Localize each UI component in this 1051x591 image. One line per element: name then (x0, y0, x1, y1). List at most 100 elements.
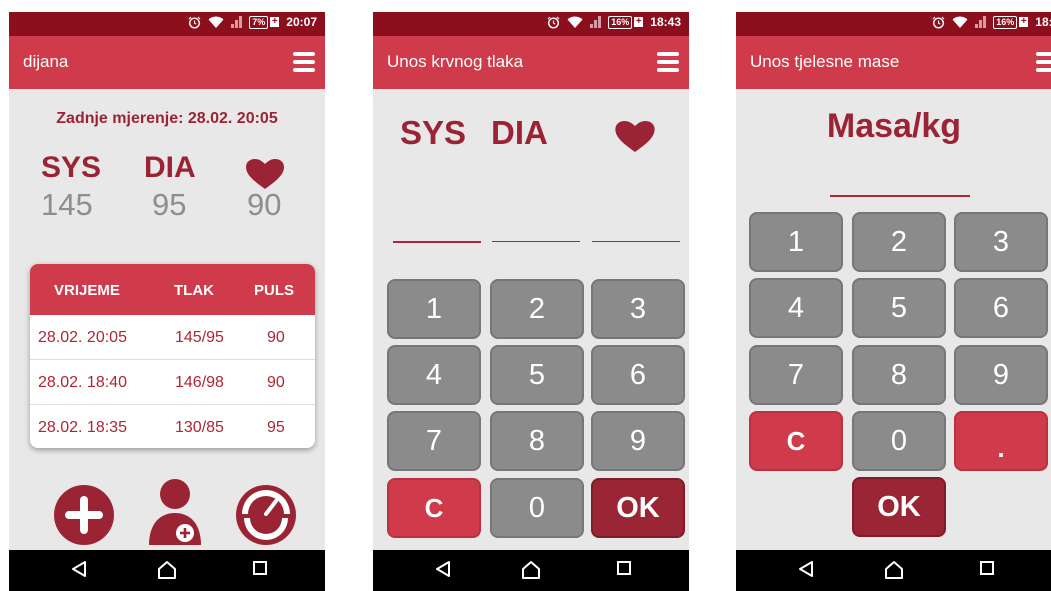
key-0[interactable]: 0 (852, 411, 946, 471)
dia-value: 95 (152, 187, 187, 222)
app-bar: Unos tjelesne mase (736, 36, 1051, 89)
charging-icon: + (634, 16, 644, 27)
key-8[interactable]: 8 (490, 411, 584, 471)
blood-pressure-entry-screen: 16% + 18:43 Unos krvnog tlaka SYS DIA 1 2… (373, 12, 689, 591)
battery-indicator: 7% + (249, 15, 280, 29)
key-3[interactable]: 3 (591, 279, 685, 339)
table-row[interactable]: 28.02. 18:40 146/98 90 (30, 360, 315, 405)
table-row[interactable]: 28.02. 20:05 145/95 90 (30, 315, 315, 360)
cell-pulse: 95 (267, 419, 285, 436)
key-8[interactable]: 8 (852, 345, 946, 405)
key-4[interactable]: 4 (387, 345, 481, 405)
header-time: VRIJEME (54, 282, 120, 299)
wifi-icon (208, 16, 224, 28)
key-6[interactable]: 6 (954, 278, 1048, 338)
app-bar-title: Unos tjelesne mase (750, 52, 900, 71)
wifi-icon (567, 16, 583, 28)
heart-icon (615, 121, 655, 152)
menu-icon[interactable] (293, 52, 315, 72)
charging-icon: + (1019, 16, 1029, 27)
key-7[interactable]: 7 (387, 411, 481, 471)
home-screen: 7% + 20:07 dijana Zadnje mjerenje: 28.02.… (9, 12, 325, 591)
cell-pressure: 146/98 (175, 374, 224, 391)
measurements-table: VRIJEME TLAK PULS 28.02. 20:05 145/95 90… (30, 264, 315, 448)
menu-icon[interactable] (657, 52, 679, 72)
key-1[interactable]: 1 (387, 279, 481, 339)
ok-button[interactable]: OK (852, 477, 946, 537)
app-bar-title: dijana (23, 52, 69, 71)
recent-apps-icon[interactable] (979, 560, 995, 576)
key-4[interactable]: 4 (749, 278, 843, 338)
menu-icon[interactable] (1036, 52, 1051, 72)
header-pressure: TLAK (174, 282, 214, 299)
key-5[interactable]: 5 (490, 345, 584, 405)
navigation-bar (736, 550, 1051, 591)
back-icon[interactable] (71, 560, 87, 578)
key-0[interactable]: 0 (490, 478, 584, 538)
cell-pulse: 90 (267, 374, 285, 391)
key-3[interactable]: 3 (954, 212, 1048, 272)
key-6[interactable]: 6 (591, 345, 685, 405)
back-icon[interactable] (798, 560, 814, 578)
cell-pulse: 90 (267, 329, 285, 346)
add-measurement-icon[interactable] (53, 484, 115, 546)
key-1[interactable]: 1 (749, 212, 843, 272)
back-icon[interactable] (435, 560, 451, 578)
battery-indicator: 16% + (993, 15, 1029, 29)
recent-apps-icon[interactable] (252, 560, 268, 576)
mass-entry-content: Masa/kg 1 2 3 4 5 6 7 8 9 C 0 . OK (736, 89, 1051, 550)
clear-button[interactable]: C (749, 411, 843, 471)
home-icon[interactable] (521, 560, 541, 580)
alarm-icon (188, 16, 201, 29)
home-icon[interactable] (884, 560, 904, 580)
sys-label: SYS (400, 114, 467, 151)
app-bar: dijana (9, 36, 325, 89)
signal-icon (975, 16, 987, 28)
battery-level: 16% (608, 15, 633, 29)
clear-button[interactable]: C (387, 478, 481, 538)
ok-button[interactable]: OK (591, 478, 685, 538)
clock: 20:07 (286, 15, 317, 29)
table-row[interactable]: 28.02. 18:35 130/85 95 (30, 405, 315, 448)
pulse-input-field[interactable] (592, 241, 680, 242)
mass-input-field[interactable] (830, 195, 970, 197)
recent-apps-icon[interactable] (616, 560, 632, 576)
key-7[interactable]: 7 (749, 345, 843, 405)
cell-pressure: 145/95 (175, 329, 224, 346)
body-mass-entry-screen: 16%+ 18:43 Unos tjelesne mase Masa/kg 1 … (736, 12, 1051, 591)
home-icon[interactable] (157, 560, 177, 580)
cell-pressure: 130/85 (175, 419, 224, 436)
key-9[interactable]: 9 (591, 411, 685, 471)
battery-level: 16% (993, 15, 1018, 29)
status-bar: 7% + 20:07 (9, 12, 325, 36)
status-bar: 16%+ 18:43 (373, 12, 689, 36)
home-content: Zadnje mjerenje: 28.02. 20:05 SYS DIA 14… (9, 89, 325, 550)
status-bar: 16%+ 18:43 (736, 12, 1051, 36)
cell-time: 28.02. 20:05 (38, 329, 127, 346)
add-user-icon[interactable] (147, 477, 203, 547)
mass-label: Masa/kg (826, 107, 962, 145)
navigation-bar (9, 550, 325, 591)
key-9[interactable]: 9 (954, 345, 1048, 405)
key-2[interactable]: 2 (852, 212, 946, 272)
app-bar-title: Unos krvnog tlaka (387, 52, 524, 71)
header-pulse: PULS (254, 282, 295, 299)
alarm-icon (547, 16, 560, 29)
clock: 18:43 (1035, 15, 1051, 29)
charging-icon: + (270, 16, 280, 27)
battery-indicator: 16% + (608, 15, 644, 29)
cell-time: 28.02. 18:40 (38, 374, 127, 391)
decimal-point-button[interactable]: . (954, 411, 1048, 471)
table-header: VRIJEME TLAK PULS (30, 264, 315, 315)
sys-label: SYS (41, 151, 102, 184)
dia-input-field[interactable] (492, 241, 580, 242)
signal-icon (231, 16, 243, 28)
key-2[interactable]: 2 (490, 279, 584, 339)
key-5[interactable]: 5 (852, 278, 946, 338)
dia-label: DIA (491, 114, 548, 151)
navigation-bar (373, 550, 689, 591)
alarm-icon (932, 16, 945, 29)
sys-input-field[interactable] (393, 241, 481, 243)
last-measurement-text: Zadnje mjerenje: 28.02. 20:05 (56, 110, 278, 127)
scale-icon[interactable] (234, 484, 298, 546)
